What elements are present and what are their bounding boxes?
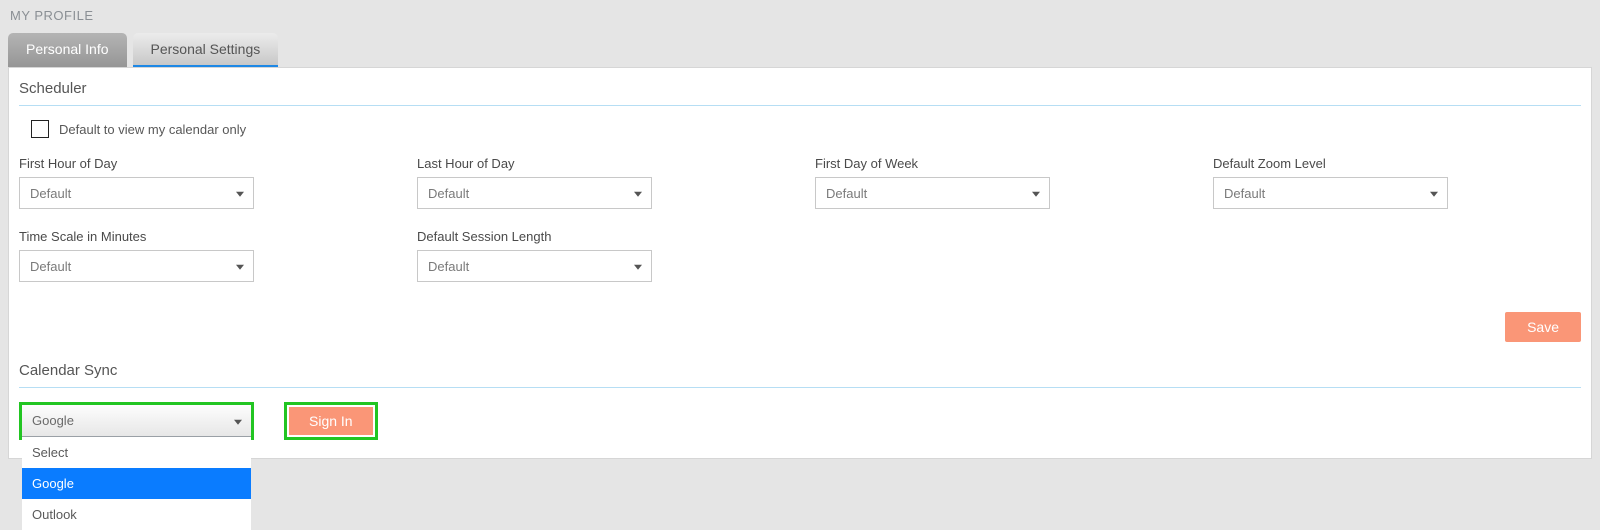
tab-personal-info[interactable]: Personal Info — [8, 33, 127, 67]
first-day-field: First Day of Week Default — [815, 156, 1183, 209]
calendar-sync-heading: Calendar Sync — [19, 362, 1581, 379]
zoom-level-select[interactable]: Default — [1213, 177, 1448, 209]
sync-provider-select[interactable]: Google — [22, 405, 251, 437]
first-hour-field: First Hour of Day Default — [19, 156, 387, 209]
save-row: Save — [19, 312, 1581, 342]
calendar-sync-row: Google Select Google Outlook Sign In — [19, 402, 1581, 440]
time-scale-label: Time Scale in Minutes — [19, 229, 387, 244]
save-button[interactable]: Save — [1505, 312, 1581, 342]
default-calendar-label: Default to view my calendar only — [59, 122, 246, 137]
zoom-level-label: Default Zoom Level — [1213, 156, 1581, 171]
tab-personal-settings[interactable]: Personal Settings — [133, 33, 279, 67]
sync-option-select[interactable]: Select — [22, 437, 251, 468]
scheduler-heading: Scheduler — [19, 80, 1581, 97]
first-day-select[interactable]: Default — [815, 177, 1050, 209]
zoom-level-field: Default Zoom Level Default — [1213, 156, 1581, 209]
first-hour-select[interactable]: Default — [19, 177, 254, 209]
time-scale-field: Time Scale in Minutes Default — [19, 229, 387, 282]
default-calendar-checkbox[interactable] — [31, 120, 49, 138]
page-title: MY PROFILE — [0, 0, 1600, 33]
divider — [19, 387, 1581, 388]
scheduler-form-grid: First Hour of Day Default Last Hour of D… — [19, 156, 1581, 282]
last-hour-select[interactable]: Default — [417, 177, 652, 209]
session-length-field: Default Session Length Default — [417, 229, 785, 282]
sync-provider-highlight: Google Select Google Outlook — [19, 402, 254, 440]
first-hour-label: First Hour of Day — [19, 156, 387, 171]
sync-option-google[interactable]: Google — [22, 468, 251, 499]
signin-button[interactable]: Sign In — [289, 407, 373, 435]
tab-bar: Personal Info Personal Settings — [0, 33, 1600, 67]
default-calendar-checkbox-row: Default to view my calendar only — [31, 120, 1581, 138]
session-length-label: Default Session Length — [417, 229, 785, 244]
sync-provider-dropdown: Select Google Outlook — [22, 437, 251, 530]
last-hour-field: Last Hour of Day Default — [417, 156, 785, 209]
settings-panel: Scheduler Default to view my calendar on… — [8, 67, 1592, 459]
first-day-label: First Day of Week — [815, 156, 1183, 171]
signin-highlight: Sign In — [284, 402, 378, 440]
sync-option-outlook[interactable]: Outlook — [22, 499, 251, 530]
time-scale-select[interactable]: Default — [19, 250, 254, 282]
divider — [19, 105, 1581, 106]
sync-provider-wrapper: Google Select Google Outlook — [22, 405, 251, 437]
last-hour-label: Last Hour of Day — [417, 156, 785, 171]
session-length-select[interactable]: Default — [417, 250, 652, 282]
